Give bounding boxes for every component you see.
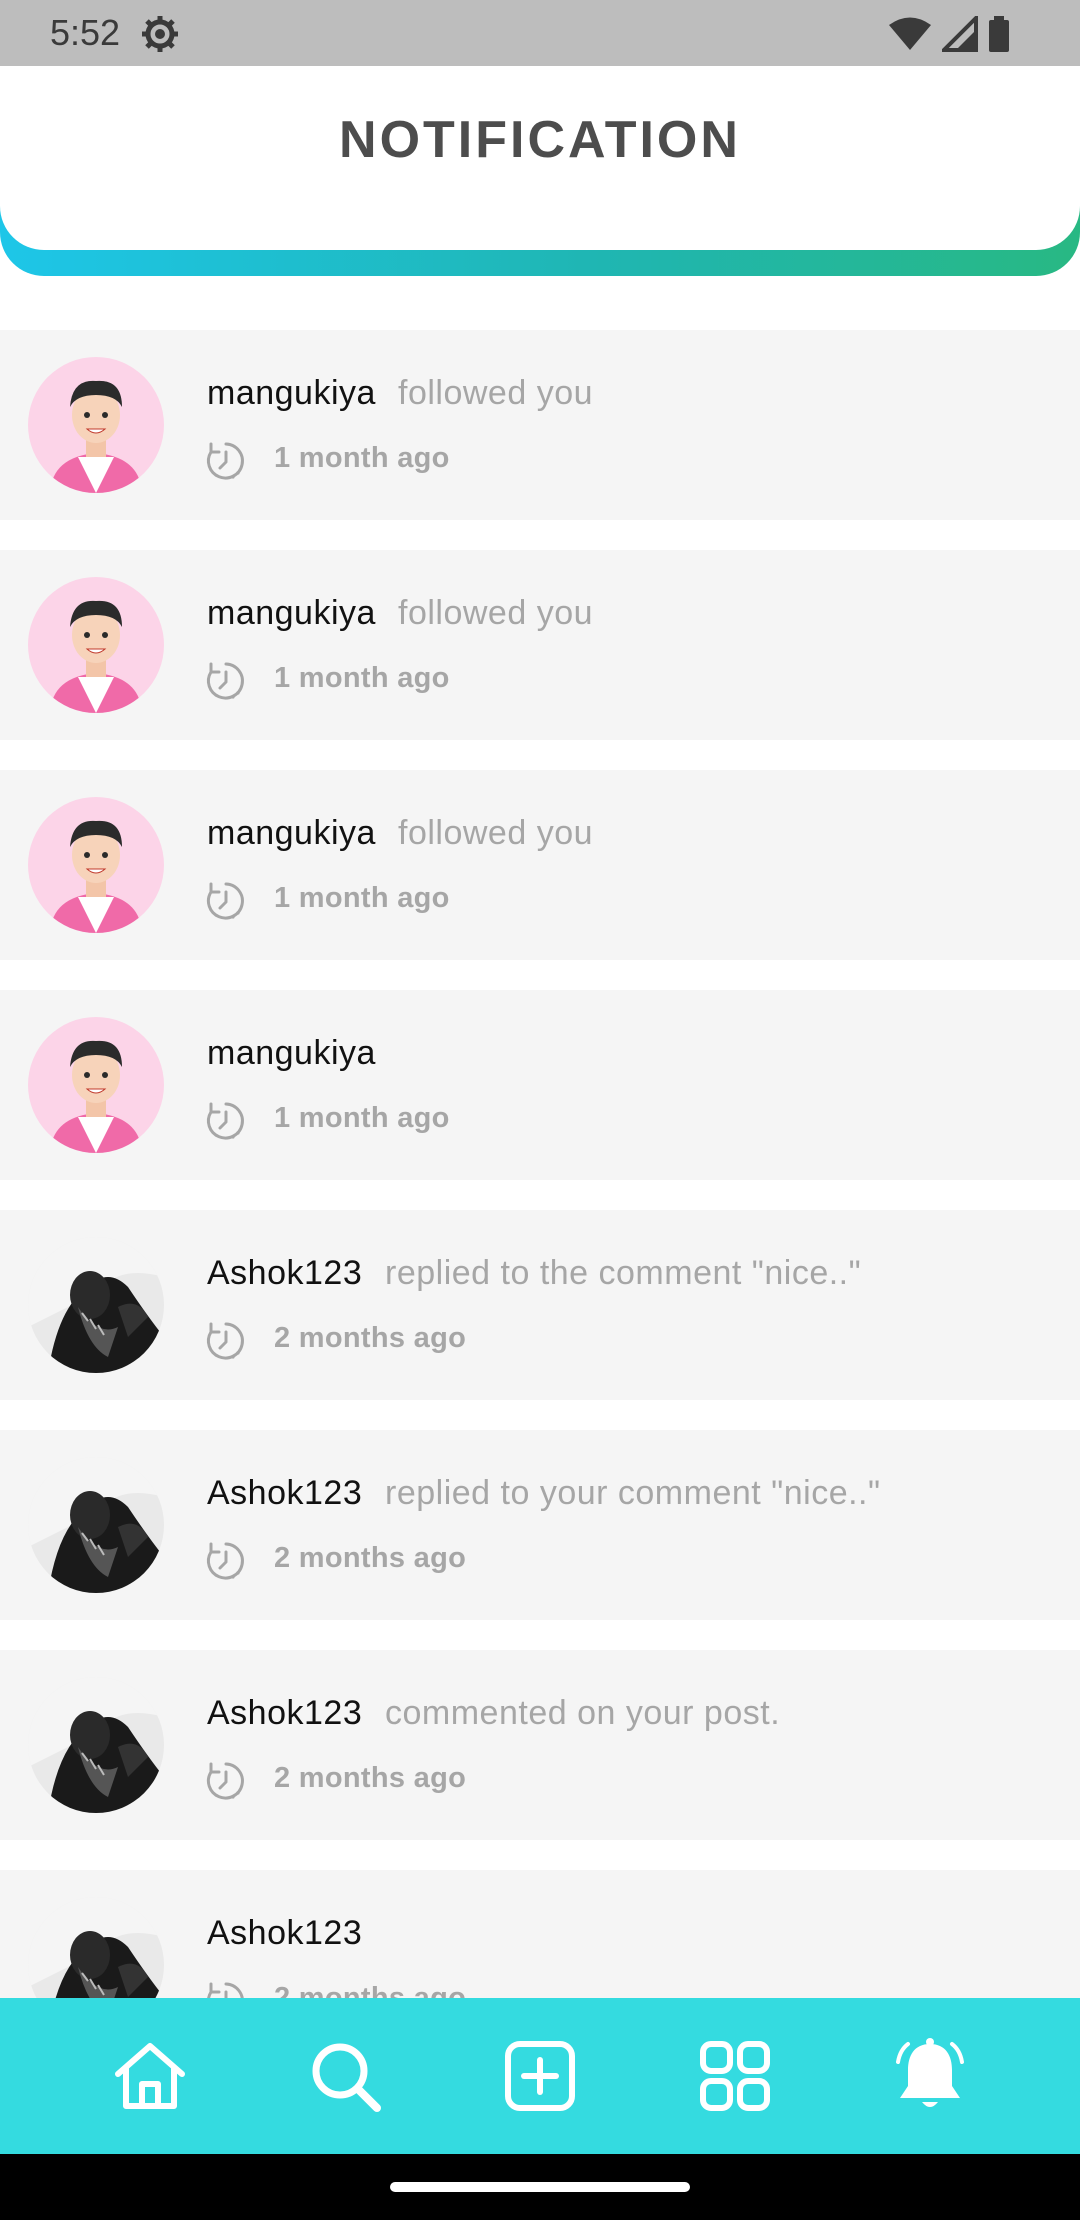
clock-icon (206, 662, 244, 700)
nav-grid-button[interactable] (695, 2036, 775, 2116)
notification-item[interactable]: Ashok123 2 months ago (0, 1870, 1080, 1998)
gesture-bar (0, 2154, 1080, 2220)
avatar[interactable] (28, 357, 164, 493)
battery-icon (989, 16, 1009, 52)
notification-action: commented on your post. (385, 1694, 781, 1732)
notification-time: 2 months ago (274, 1542, 467, 1574)
clock-icon (206, 1762, 244, 1800)
notification-username[interactable]: mangukiya (207, 374, 376, 413)
search-icon (312, 2043, 381, 2112)
clock-icon (206, 882, 244, 920)
notification-username[interactable]: Ashok123 (207, 1914, 362, 1953)
cartoon-avatar-image (28, 1017, 164, 1153)
status-bar: 5:52 (0, 0, 1080, 66)
bell-icon (896, 2038, 964, 2107)
notification-item[interactable]: Ashok123 commented on your post. 2 month… (0, 1650, 1080, 1840)
header: NOTIFICATION (0, 66, 1080, 250)
nav-home-button[interactable] (110, 2036, 190, 2116)
clock-icon (206, 1102, 244, 1140)
notification-action: replied to the comment "nice.." (385, 1254, 862, 1292)
notification-time: 1 month ago (274, 442, 450, 474)
signal-icon (942, 16, 978, 52)
notification-username[interactable]: mangukiya (207, 594, 376, 633)
settings-gear-icon (142, 16, 178, 52)
notification-time: 1 month ago (274, 1102, 450, 1134)
avatar[interactable] (28, 577, 164, 713)
wifi-icon (889, 17, 931, 50)
notification-time: 2 months ago (274, 1762, 467, 1794)
nav-add-post-button[interactable] (500, 2036, 580, 2116)
nav-search-button[interactable] (305, 2036, 385, 2116)
avatar[interactable] (28, 797, 164, 933)
status-time: 5:52 (50, 12, 121, 53)
notification-username[interactable]: Ashok123 (207, 1474, 362, 1513)
clock-icon (207, 1982, 244, 1998)
home-gesture-handle[interactable] (390, 2182, 690, 2192)
cartoon-avatar-image (28, 577, 164, 713)
grid-icon (700, 2041, 770, 2111)
notification-time: 2 months ago (274, 1322, 467, 1354)
avatar[interactable] (28, 1677, 164, 1813)
clock-icon (206, 1322, 244, 1360)
notification-username[interactable]: mangukiya (207, 1034, 376, 1073)
notification-item[interactable]: Ashok123 replied to the comment "nice.."… (0, 1210, 1080, 1400)
page-title: NOTIFICATION (339, 111, 741, 169)
cartoon-avatar-image (28, 357, 164, 493)
notification-list[interactable]: mangukiya followed you 1 month ago mangu… (0, 330, 1080, 1998)
cartoon-avatar-image (28, 797, 164, 933)
avatar[interactable] (28, 1017, 164, 1153)
avatar[interactable] (28, 1457, 164, 1593)
bottom-nav (0, 1998, 1080, 2154)
notification-item[interactable]: mangukiya followed you 1 month ago (0, 550, 1080, 740)
notification-item[interactable]: mangukiya followed you 1 month ago (0, 330, 1080, 520)
add-post-icon (505, 2041, 575, 2111)
notification-username[interactable]: Ashok123 (207, 1694, 362, 1733)
photo-avatar-image (28, 1457, 164, 1593)
notification-time: 2 months ago (274, 1982, 467, 1998)
notification-action: replied to your comment "nice.." (385, 1474, 881, 1512)
clock-icon (206, 1542, 244, 1580)
notification-item[interactable]: mangukiya followed you 1 month ago (0, 770, 1080, 960)
photo-avatar-image (28, 1237, 164, 1373)
notification-time: 1 month ago (274, 882, 450, 914)
notification-action: followed you (398, 814, 594, 852)
photo-avatar-image (28, 1677, 164, 1813)
notification-time: 1 month ago (274, 662, 450, 694)
avatar[interactable] (28, 1897, 164, 1998)
clock-icon (206, 442, 244, 480)
nav-notifications-button[interactable] (890, 2036, 970, 2116)
notification-username[interactable]: mangukiya (207, 814, 376, 853)
notification-item[interactable]: mangukiya 1 month ago (0, 990, 1080, 1180)
home-icon (115, 2043, 185, 2109)
photo-avatar-image (28, 1897, 164, 1998)
notification-username[interactable]: Ashok123 (207, 1254, 362, 1293)
notification-item[interactable]: Ashok123 replied to your comment "nice..… (0, 1430, 1080, 1620)
notification-action: followed you (398, 374, 594, 412)
notification-action: followed you (398, 594, 594, 632)
avatar[interactable] (28, 1237, 164, 1373)
